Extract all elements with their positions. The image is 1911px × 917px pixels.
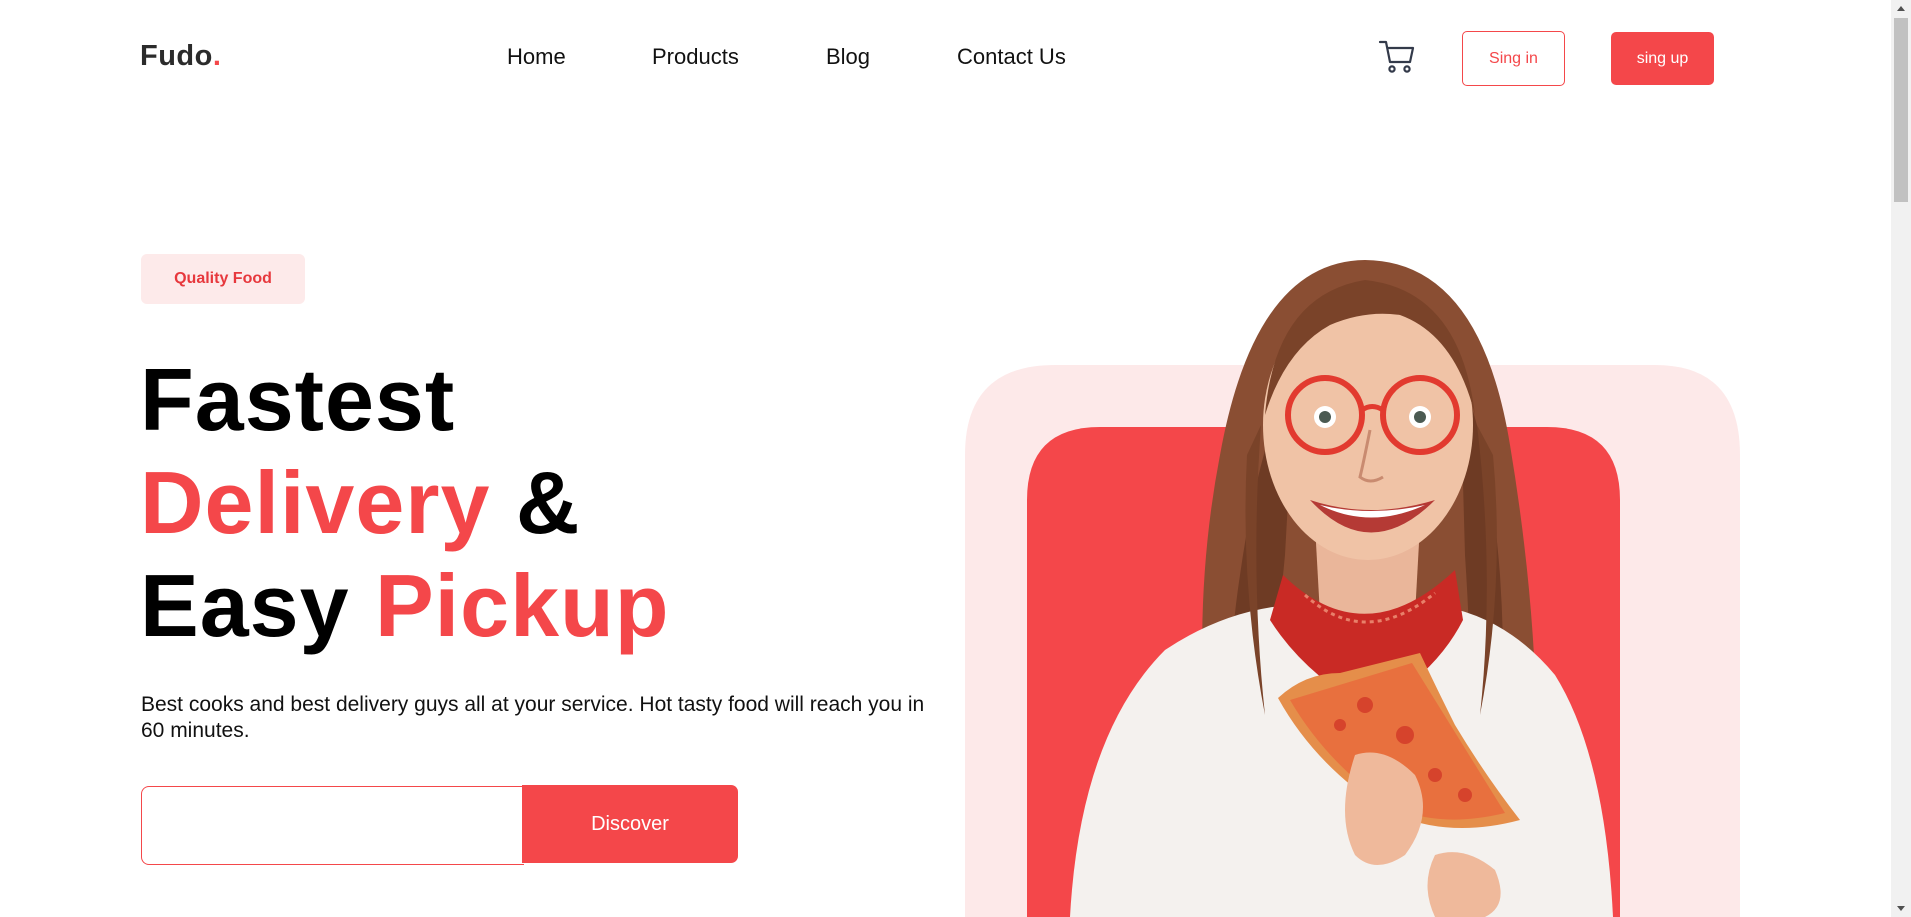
quality-food-badge: Quality Food bbox=[141, 254, 305, 304]
shopping-cart-icon[interactable] bbox=[1377, 36, 1417, 76]
discover-button[interactable]: Discover bbox=[522, 785, 738, 863]
scroll-down-arrow-icon[interactable] bbox=[1891, 900, 1911, 917]
nav-contact-us[interactable]: Contact Us bbox=[957, 44, 1066, 70]
nav-products[interactable]: Products bbox=[652, 44, 739, 70]
page-scrollbar[interactable] bbox=[1891, 0, 1911, 917]
landing-page: Fudo. Home Products Blog Contact Us Sing… bbox=[0, 0, 1891, 917]
scrollbar-thumb[interactable] bbox=[1894, 18, 1908, 202]
hero-image bbox=[965, 255, 1745, 917]
headline-line-1: Fastest bbox=[140, 350, 456, 449]
scroll-up-arrow-icon[interactable] bbox=[1891, 0, 1911, 17]
logo-dot: . bbox=[212, 40, 222, 72]
nav-home[interactable]: Home bbox=[507, 44, 566, 70]
headline-line-3: Easy Pickup bbox=[140, 556, 670, 655]
headline-line-2: Delivery & bbox=[140, 453, 581, 552]
hero-description: Best cooks and best delivery guys all at… bbox=[141, 693, 925, 742]
sign-in-button[interactable]: Sing in bbox=[1462, 31, 1565, 86]
brand-logo[interactable]: Fudo. bbox=[140, 40, 221, 73]
sign-up-button[interactable]: sing up bbox=[1611, 32, 1714, 85]
email-input[interactable] bbox=[141, 786, 524, 865]
logo-text: Fudo bbox=[140, 40, 213, 72]
hero-headline: Fastest Delivery & Easy Pickup bbox=[140, 348, 670, 657]
nav-blog[interactable]: Blog bbox=[826, 44, 870, 70]
